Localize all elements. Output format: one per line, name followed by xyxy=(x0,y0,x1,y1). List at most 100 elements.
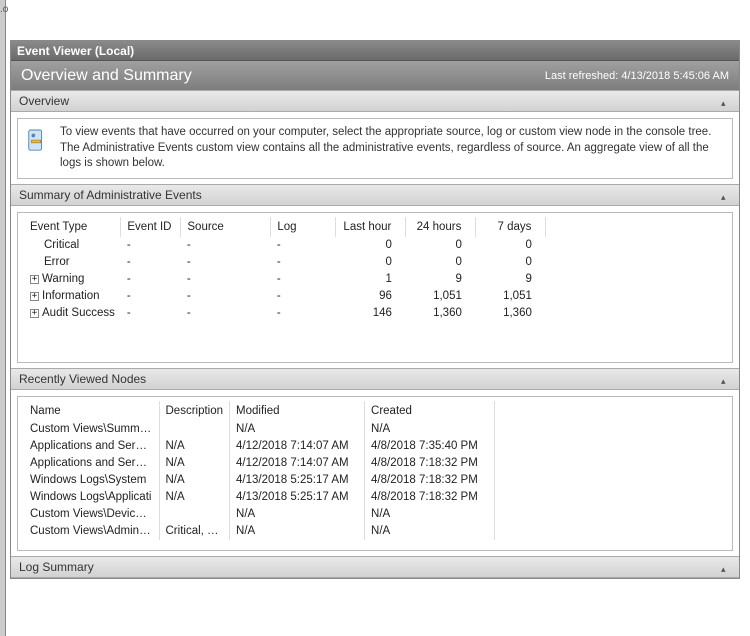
event-viewer-pane: Event Viewer (Local) Overview and Summar… xyxy=(10,40,740,579)
pane-title-label: Event Viewer (Local) xyxy=(17,44,134,58)
recent-section: Recently Viewed Nodes ▴ Name Description… xyxy=(11,368,739,551)
table-row[interactable]: Applications and Service...N/A4/12/2018 … xyxy=(24,455,726,472)
table-row[interactable]: Applications and Service...N/A4/12/2018 … xyxy=(24,438,726,455)
cell-event-type: +Information xyxy=(24,288,121,305)
event-log-icon xyxy=(26,125,50,172)
cell-7-days: 1,051 xyxy=(476,288,546,305)
cell-modified: 4/12/2018 7:14:07 AM xyxy=(230,455,365,472)
col-spacer xyxy=(495,401,726,421)
cell-24-hours: 0 xyxy=(406,254,476,271)
cell-log: - xyxy=(271,237,336,254)
col-event-id[interactable]: Event ID xyxy=(121,217,181,237)
cell-source: - xyxy=(181,271,271,288)
summary-table: Event Type Event ID Source Log Last hour… xyxy=(24,217,726,322)
cell-event-id: - xyxy=(121,254,181,271)
cell-event-type: +Warning xyxy=(24,271,121,288)
col-7-days[interactable]: 7 days xyxy=(476,217,546,237)
cell-created: 4/8/2018 7:18:32 PM xyxy=(365,455,495,472)
cell-modified: N/A xyxy=(230,421,365,438)
cell-source: - xyxy=(181,237,271,254)
overview-text: To view events that have occurred on you… xyxy=(60,125,724,172)
table-row[interactable]: Custom Views\Device M... N/AN/A xyxy=(24,506,726,523)
cell-event-id: - xyxy=(121,288,181,305)
summary-table-wrap: Event Type Event ID Source Log Last hour… xyxy=(17,212,733,363)
overview-header[interactable]: Overview ▴ xyxy=(11,90,739,112)
cell-name: Windows Logs\Applicati xyxy=(24,489,159,506)
cell-created: N/A xyxy=(365,421,495,438)
collapse-icon: ▴ xyxy=(721,98,731,104)
cell-24-hours: 9 xyxy=(406,271,476,288)
cell-modified: 4/13/2018 5:25:17 AM xyxy=(230,489,365,506)
expand-icon[interactable]: + xyxy=(30,275,39,284)
cell-log: - xyxy=(271,288,336,305)
overview-section: Overview ▴ To view events that have occu… xyxy=(11,90,739,179)
summary-section: Summary of Administrative Events ▴ Event… xyxy=(11,184,739,363)
table-row[interactable]: +Information---961,0511,051 xyxy=(24,288,726,305)
cell-description: Critical, Er... xyxy=(159,523,230,540)
cell-last-hour: 0 xyxy=(336,237,406,254)
col-last-hour[interactable]: Last hour xyxy=(336,217,406,237)
collapse-icon: ▴ xyxy=(721,192,731,198)
cell-description xyxy=(159,506,230,523)
cell-name: Applications and Service... xyxy=(24,438,159,455)
cell-description xyxy=(159,421,230,438)
banner-title: Overview and Summary xyxy=(21,67,192,85)
cell-last-hour: 146 xyxy=(336,305,406,322)
cell-modified: 4/12/2018 7:14:07 AM xyxy=(230,438,365,455)
cell-source: - xyxy=(181,254,271,271)
cell-last-hour: 1 xyxy=(336,271,406,288)
recent-header-row: Name Description Modified Created xyxy=(24,401,726,421)
cell-7-days: 0 xyxy=(476,254,546,271)
cell-created: 4/8/2018 7:18:32 PM xyxy=(365,489,495,506)
left-window-edge: .o xyxy=(0,0,6,636)
summary-header[interactable]: Summary of Administrative Events ▴ xyxy=(11,184,739,206)
col-event-type[interactable]: Event Type xyxy=(24,217,121,237)
last-refreshed: Last refreshed: 4/13/2018 5:45:06 AM xyxy=(545,70,729,82)
cell-created: N/A xyxy=(365,506,495,523)
summary-header-row: Event Type Event ID Source Log Last hour… xyxy=(24,217,726,237)
cell-event-id: - xyxy=(121,271,181,288)
table-row[interactable]: Windows Logs\ApplicatiN/A4/13/2018 5:25:… xyxy=(24,489,726,506)
cell-created: N/A xyxy=(365,523,495,540)
col-modified[interactable]: Modified xyxy=(230,401,365,421)
cell-created: 4/8/2018 7:35:40 PM xyxy=(365,438,495,455)
col-created[interactable]: Created xyxy=(365,401,495,421)
cell-created: 4/8/2018 7:18:32 PM xyxy=(365,472,495,489)
cell-description: N/A xyxy=(159,489,230,506)
expand-icon[interactable]: + xyxy=(30,292,39,301)
table-row[interactable]: Windows Logs\SystemN/A4/13/2018 5:25:17 … xyxy=(24,472,726,489)
table-row[interactable]: Custom Views\Administr...Critical, Er...… xyxy=(24,523,726,540)
cell-description: N/A xyxy=(159,472,230,489)
cell-log: - xyxy=(271,271,336,288)
expand-icon[interactable]: + xyxy=(30,309,39,318)
log-summary-header[interactable]: Log Summary ▴ xyxy=(11,556,739,578)
col-source[interactable]: Source xyxy=(181,217,271,237)
table-row[interactable]: +Warning---199 xyxy=(24,271,726,288)
cell-event-id: - xyxy=(121,237,181,254)
table-row[interactable]: Critical---000 xyxy=(24,237,726,254)
table-row[interactable]: Error---000 xyxy=(24,254,726,271)
cell-24-hours: 0 xyxy=(406,237,476,254)
table-row[interactable]: Custom Views\Summary...N/AN/A xyxy=(24,421,726,438)
recent-header[interactable]: Recently Viewed Nodes ▴ xyxy=(11,368,739,390)
table-row[interactable]: +Audit Success---1461,3601,360 xyxy=(24,305,726,322)
cell-event-id: - xyxy=(121,305,181,322)
cell-name: Custom Views\Device M... xyxy=(24,506,159,523)
cell-name: Applications and Service... xyxy=(24,455,159,472)
col-name[interactable]: Name xyxy=(24,401,159,421)
cell-last-hour: 0 xyxy=(336,254,406,271)
cell-modified: 4/13/2018 5:25:17 AM xyxy=(230,472,365,489)
recent-table: Name Description Modified Created Custom… xyxy=(24,401,726,540)
col-24-hours[interactable]: 24 hours xyxy=(406,217,476,237)
cell-event-type: Error xyxy=(24,254,121,271)
cell-event-type: +Audit Success xyxy=(24,305,121,322)
cell-modified: N/A xyxy=(230,523,365,540)
recent-table-wrap: Name Description Modified Created Custom… xyxy=(17,396,733,551)
cell-name: Windows Logs\System xyxy=(24,472,159,489)
collapse-icon: ▴ xyxy=(721,376,731,382)
cell-source: - xyxy=(181,305,271,322)
cell-modified: N/A xyxy=(230,506,365,523)
cell-last-hour: 96 xyxy=(336,288,406,305)
col-log[interactable]: Log xyxy=(271,217,336,237)
col-description[interactable]: Description xyxy=(159,401,230,421)
